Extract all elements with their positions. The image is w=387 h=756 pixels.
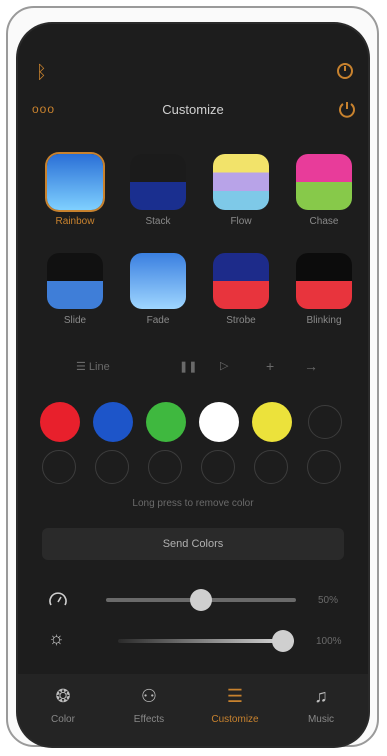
nav-label: Music — [307, 714, 335, 725]
nav-item-effects[interactable]: ⚇ Effects — [114, 682, 184, 738]
mode-label: Fade — [146, 315, 170, 326]
empty-color-slot[interactable] — [254, 450, 288, 484]
speed-value: 50% — [318, 595, 339, 606]
color-swatch[interactable] — [93, 402, 133, 442]
empty-color-slot[interactable] — [308, 405, 342, 439]
timer-icon[interactable] — [336, 62, 354, 85]
mode-label: Flow — [230, 216, 252, 227]
brightness-value: 100% — [316, 636, 342, 647]
brightness-icon: ☼ — [48, 628, 65, 648]
empty-color-slot[interactable] — [42, 450, 76, 484]
mode-label: Strobe — [226, 315, 256, 326]
customize-icon: ☰ — [226, 686, 244, 706]
mode-tile[interactable]: Slide — [40, 253, 110, 337]
nav-item-music[interactable]: ♫ Music — [286, 682, 356, 738]
mode-tile[interactable]: Blinking — [289, 253, 359, 337]
nav-item-color[interactable]: ❂ Color — [28, 682, 98, 738]
nav-items: ❂ Color ⚇ Effects ☰ Customize ♫ Music — [28, 682, 358, 738]
mode-preview — [213, 253, 269, 309]
color-swatches — [40, 400, 350, 444]
empty-color-slot[interactable] — [307, 450, 341, 484]
mode-preview — [296, 154, 352, 210]
nav-label: Customize — [211, 714, 259, 725]
send-colors-label: Send Colors — [162, 538, 224, 550]
effects-icon: ⚇ — [140, 686, 158, 706]
power-icon[interactable] — [338, 100, 356, 123]
empty-slots — [42, 450, 352, 486]
bottom-nav: ❂ Color ⚇ Effects ☰ Customize ♫ Music — [18, 674, 368, 746]
speed-icon — [48, 590, 68, 613]
brightness-slider[interactable] — [118, 630, 294, 652]
phone-screen: ᛒ ooo Customize Rainbow Stack Flow Chase Sli… — [18, 24, 368, 746]
mode-label: Blinking — [306, 315, 342, 326]
mode-preview — [296, 253, 352, 309]
line-label: Line — [88, 361, 110, 373]
music-icon: ♫ — [314, 686, 328, 706]
nav-label: Effects — [133, 714, 165, 725]
mode-label: Slide — [63, 315, 87, 326]
mode-grid: Rainbow Stack Flow Chase Slide Fade Strobe Blin… — [40, 154, 352, 354]
page-title: Customize — [162, 102, 224, 117]
brightness-thumb[interactable] — [272, 630, 294, 652]
color-swatch[interactable] — [146, 402, 186, 442]
color-swatch[interactable] — [199, 402, 239, 442]
mode-tile[interactable]: Strobe — [206, 253, 276, 337]
bluetooth-icon[interactable]: ᛒ — [36, 62, 47, 83]
mode-tile[interactable]: Chase — [289, 154, 359, 238]
mode-label: Rainbow — [55, 216, 95, 227]
mode-tile[interactable]: Flow — [206, 154, 276, 238]
color-swatch[interactable] — [40, 402, 80, 442]
mode-tile[interactable]: Rainbow — [40, 154, 110, 238]
toolbar: ☰ Line ❚❚ ▷ + → — [76, 358, 318, 378]
send-colors-button[interactable]: Send Colors — [42, 528, 344, 560]
mode-tile[interactable]: Stack — [123, 154, 193, 238]
palette-icon: ❂ — [55, 686, 71, 706]
mode-tile[interactable]: Fade — [123, 253, 193, 337]
empty-color-slot[interactable] — [95, 450, 129, 484]
plus-icon[interactable]: + — [266, 358, 274, 374]
pause-icon[interactable]: ❚❚ — [179, 360, 197, 373]
nav-item-customize[interactable]: ☰ Customize — [200, 682, 270, 738]
mode-preview — [130, 253, 186, 309]
arrow-right-icon[interactable]: → — [304, 358, 318, 374]
hint-text: Long press to remove color — [132, 498, 254, 509]
play-icon[interactable]: ▷ — [220, 359, 228, 372]
line-tool[interactable]: ☰ Line — [76, 360, 110, 373]
mode-label: Stack — [145, 216, 171, 227]
mode-preview — [47, 154, 103, 210]
mode-preview — [213, 154, 269, 210]
mode-label: Chase — [309, 216, 339, 227]
empty-color-slot[interactable] — [148, 450, 182, 484]
mode-preview — [47, 253, 103, 309]
speed-slider[interactable] — [106, 589, 296, 611]
color-swatch[interactable] — [252, 402, 292, 442]
brightness-track — [118, 639, 294, 643]
empty-color-slot[interactable] — [201, 450, 235, 484]
nav-label: Color — [51, 714, 75, 725]
speed-thumb[interactable] — [190, 589, 212, 611]
mode-preview — [130, 154, 186, 210]
